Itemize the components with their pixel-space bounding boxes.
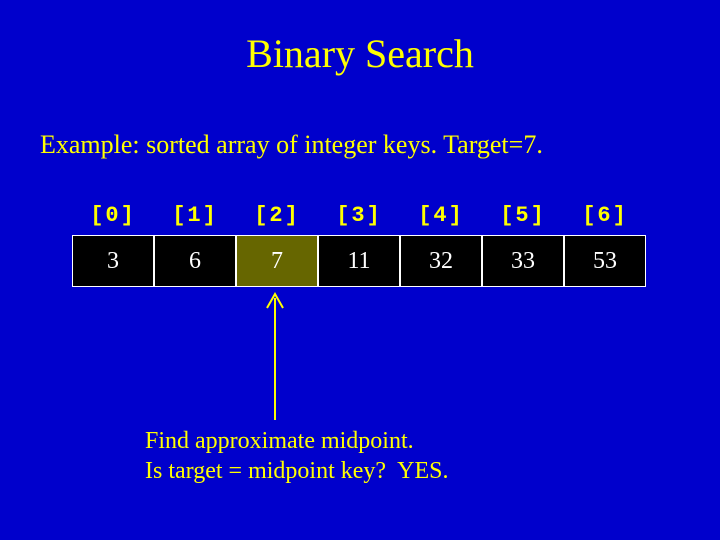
value-cell: 11 [318,235,400,287]
value-cell: 3 [72,235,154,287]
slide: Binary Search Example: sorted array of i… [0,0,720,540]
index-row: [0] [1] [2] [3] [4] [5] [6] [72,195,646,235]
example-subtitle: Example: sorted array of integer keys. T… [40,130,543,160]
value-cell: 32 [400,235,482,287]
caption-text: Find approximate midpoint. Is target = m… [145,426,449,486]
value-cell: 6 [154,235,236,287]
index-cell: [0] [72,195,154,235]
index-cell: [3] [318,195,400,235]
index-cell: [1] [154,195,236,235]
arrow-up-icon [265,290,285,420]
page-title: Binary Search [0,30,720,77]
value-cell: 33 [482,235,564,287]
index-cell: [5] [482,195,564,235]
array-diagram: [0] [1] [2] [3] [4] [5] [6] 3 6 7 11 32 … [72,195,646,287]
value-cell: 53 [564,235,646,287]
index-cell: [4] [400,195,482,235]
value-row: 3 6 7 11 32 33 53 [72,235,646,287]
index-cell: [6] [564,195,646,235]
index-cell: [2] [236,195,318,235]
value-cell-midpoint: 7 [236,235,318,287]
